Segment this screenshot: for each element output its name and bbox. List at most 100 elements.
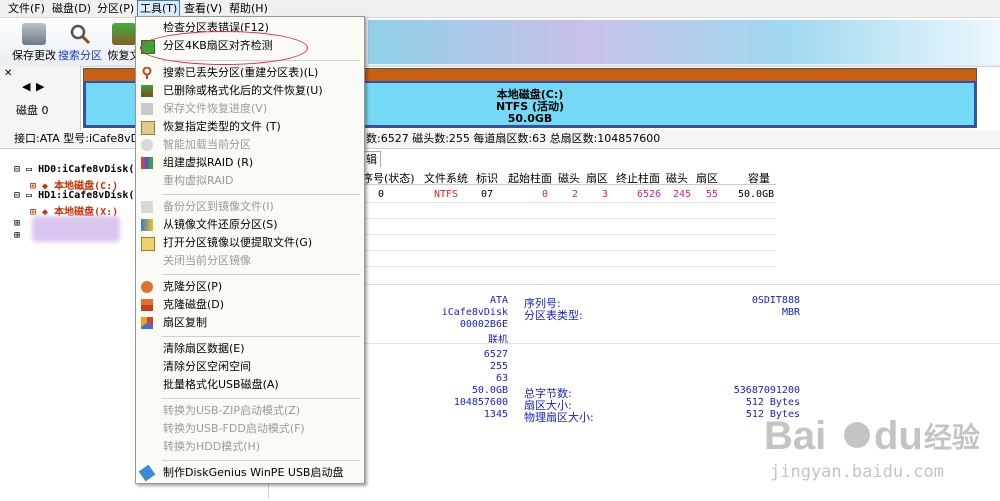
value-interface: ATA	[489, 295, 508, 306]
menu-item-rebuild-raid[interactable]: 重构虚拟RAID	[136, 172, 364, 190]
clone-partition-icon	[141, 281, 153, 293]
tree-expander-2[interactable]: ⊞	[14, 230, 20, 241]
menu-item-type-recovery[interactable]: 恢复指定类型的文件 (T)	[136, 118, 364, 136]
restore-icon	[141, 219, 153, 231]
cell-fs: NTFS	[434, 189, 459, 200]
menu-item-clear-sectors[interactable]: 清除扇区数据(E)	[136, 340, 364, 358]
menu-help[interactable]: 帮助(H)	[227, 1, 270, 16]
col-end-head: 磁头	[666, 172, 688, 185]
value-table-type: MBR	[781, 307, 800, 318]
disk-label: 磁盘 0	[16, 104, 49, 117]
menu-item-save-progress[interactable]: 保存文件恢复进度(V)	[136, 100, 364, 118]
menu-item-usb-zip[interactable]: 转换为USB-ZIP启动模式(Z)	[136, 402, 364, 420]
sector-copy-icon	[141, 317, 153, 329]
grid-line	[362, 218, 776, 219]
cell-start-cyl: 0	[542, 189, 549, 200]
open-image-icon	[141, 237, 155, 251]
prev-disk-icon[interactable]: ◀	[22, 80, 30, 93]
save-progress-icon	[141, 103, 153, 115]
save-icon	[22, 23, 46, 45]
cell-sector: 3	[602, 189, 609, 200]
detail-divider	[270, 343, 1000, 344]
tree-expander[interactable]: ⊞	[14, 218, 20, 229]
type-recovery-icon	[141, 121, 155, 135]
tools-menu: 检查分区表错误(F12) 分区4KB扇区对齐检测 搜索已丢失分区(重建分区表)(…	[135, 16, 365, 484]
raid-icon	[141, 157, 153, 169]
baidu-watermark: Bai du 经验 jingyan.baidu.com	[760, 405, 1000, 498]
search-lost-icon	[141, 66, 153, 79]
svg-text:du: du	[874, 414, 923, 458]
value-total-sectors: 104857600	[453, 397, 508, 408]
disk-info-panel: ✕ ◀ ▶ 磁盘 0	[0, 66, 81, 130]
menu-separator	[162, 274, 360, 275]
menu-separator	[162, 336, 360, 337]
menu-item-batch-format-usb[interactable]: 批量格式化USB磁盘(A)	[136, 376, 364, 394]
menu-item-backup-image[interactable]: 备份分区到镜像文件(I)	[136, 198, 364, 216]
menu-item-open-image[interactable]: 打开分区镜像以便提取文件(G)	[136, 234, 364, 252]
value-sectors-per-track: 63	[495, 373, 508, 384]
baidu-logo: Bai du 经验 jingyan.baidu.com	[764, 414, 980, 482]
col-head: 磁头	[558, 172, 580, 185]
menu-item-winpe-usb[interactable]: 制作DiskGenius WinPE USB启动盘	[136, 464, 364, 482]
grid-line	[362, 250, 776, 251]
menu-item-restore-image[interactable]: 从镜像文件还原分区(S)	[136, 216, 364, 234]
backup-icon	[141, 201, 153, 213]
menu-item-hdd-mode[interactable]: 转换为HDD模式(H)	[136, 438, 364, 456]
next-disk-icon[interactable]: ▶	[36, 80, 44, 93]
disk-interface-model: 接口:ATA 型号:iCafe8vDisk	[14, 132, 155, 145]
cell-end-sector: 55	[706, 189, 719, 200]
menu-item-build-raid[interactable]: 组建虚拟RAID (R)	[136, 154, 364, 172]
menu-view[interactable]: 查看(V)	[182, 1, 224, 16]
svg-text:Bai: Bai	[764, 414, 826, 458]
menu-item-clone-partition[interactable]: 克隆分区(P)	[136, 278, 364, 296]
menu-partition[interactable]: 分区(P)	[95, 1, 136, 16]
tree-hd1[interactable]: ⊟ ▭ HD1:iCafe8vDisk(	[14, 190, 134, 201]
menu-separator	[162, 194, 360, 195]
cell-end-head: 245	[673, 189, 692, 200]
menu-separator	[162, 398, 360, 399]
menu-item-search-lost[interactable]: 搜索已丢失分区(重建分区表)(L)	[136, 64, 364, 82]
label-table-type: 分区表类型:	[524, 309, 583, 322]
blurred-item	[32, 216, 120, 242]
col-id: 标识	[476, 172, 498, 185]
value-extra: 1345	[483, 409, 508, 420]
value-id: 00002B6E	[459, 319, 508, 330]
menu-separator	[162, 460, 360, 461]
menu-item-clone-disk[interactable]: 克隆磁盘(D)	[136, 296, 364, 314]
nav-arrows[interactable]: ✕	[4, 68, 12, 79]
smart-load-icon	[141, 139, 153, 151]
partition-table-header: 序号(状态) 文件系统 标识 起始柱面 磁头 扇区 终止柱面 磁头 扇区 容量	[362, 168, 776, 185]
menu-disk[interactable]: 磁盘(D)	[50, 1, 93, 16]
value-cylinders: 6527	[483, 349, 508, 360]
grid-line	[362, 202, 776, 203]
menu-item-sector-copy[interactable]: 扇区复制	[136, 314, 364, 332]
menu-item-file-recovery[interactable]: 已删除或格式化后的文件恢复(U)	[136, 82, 364, 100]
svg-text:经验: 经验	[924, 421, 980, 454]
menu-item-clear-free-space[interactable]: 清除分区空闲空间	[136, 358, 364, 376]
col-end-cyl: 终止柱面	[616, 172, 660, 185]
search-partition-button[interactable]: 搜索分区	[56, 20, 104, 64]
grid-line	[362, 234, 776, 235]
menu-item-smart-load[interactable]: 智能加载当前分区	[136, 136, 364, 154]
tree-hd0[interactable]: ⊟ ▭ HD0:iCafe8vDisk(	[14, 164, 134, 175]
menu-file[interactable]: 文件(F)	[6, 1, 47, 16]
grid-line	[362, 266, 776, 267]
value-capacity: 50.0GB	[471, 385, 508, 396]
file-recovery-icon	[141, 85, 153, 97]
svg-text:jingyan.baidu.com: jingyan.baidu.com	[770, 462, 944, 482]
cell-index: 0	[378, 189, 385, 200]
highlight-circle	[140, 31, 308, 65]
value-model: iCafe8vDisk	[441, 307, 508, 318]
menu-item-usb-fdd[interactable]: 转换为USB-FDD启动模式(F)	[136, 420, 364, 438]
recover-icon	[112, 23, 136, 45]
label-physical-sector-size: 物理扇区大小:	[524, 411, 594, 424]
cell-capacity: 50.0GB	[738, 189, 775, 200]
cell-id: 07	[481, 189, 494, 200]
cell-head: 2	[572, 189, 579, 200]
menu-item-close-image[interactable]: 关闭当前分区镜像	[136, 252, 364, 270]
menu-tools[interactable]: 工具(T)	[137, 0, 181, 17]
save-changes-button[interactable]: 保存更改	[10, 20, 58, 64]
col-fs: 文件系统	[424, 172, 468, 185]
disk-geometry: 数:6527 磁头数:255 每道扇区数:63 总扇区数:104857600	[366, 132, 661, 145]
col-sector: 扇区	[586, 172, 608, 185]
